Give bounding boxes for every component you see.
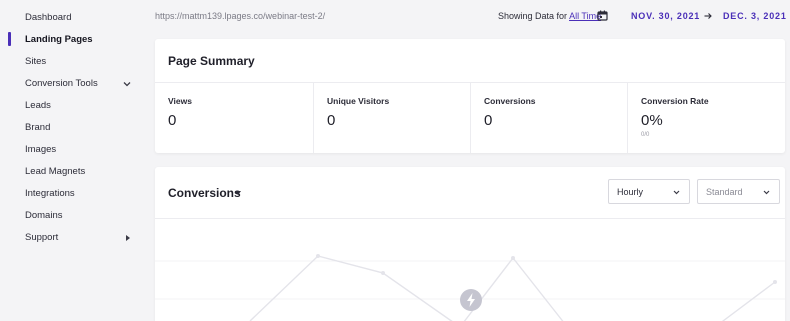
chevron-down-icon bbox=[673, 190, 680, 195]
interval-select-value: Hourly bbox=[617, 187, 644, 197]
page-summary-card: Page Summary Views 0 Unique Visitors 0 C… bbox=[155, 39, 785, 153]
stat-conversion-rate: Conversion Rate 0% 0/0 bbox=[627, 83, 785, 153]
sidebar-item-lead-magnets[interactable]: Lead Magnets bbox=[25, 165, 85, 179]
sidebar-item-images[interactable]: Images bbox=[25, 143, 56, 157]
caret-down-icon[interactable] bbox=[234, 190, 242, 196]
bolt-icon bbox=[460, 289, 482, 311]
placeholder-line bbox=[249, 255, 776, 321]
mode-select-value: Standard bbox=[706, 187, 743, 197]
stat-views: Views 0 bbox=[155, 83, 313, 153]
placeholder-point bbox=[316, 254, 320, 258]
chevron-down-icon bbox=[763, 190, 770, 195]
sidebar: Dashboard Landing Pages Sites Conversion… bbox=[0, 0, 145, 321]
conversions-card: Conversions Hourly Standard bbox=[155, 167, 785, 321]
sidebar-item-brand[interactable]: Brand bbox=[25, 121, 50, 135]
calendar-icon[interactable] bbox=[597, 10, 608, 21]
stat-label: Conversions bbox=[484, 96, 536, 106]
sidebar-item-domains[interactable]: Domains bbox=[25, 209, 63, 223]
sidebar-item-leads[interactable]: Leads bbox=[25, 99, 51, 113]
page-url: https://mattm139.lpages.co/webinar-test-… bbox=[155, 11, 326, 21]
showing-prefix: Showing Data for bbox=[498, 11, 568, 21]
stat-value: 0 bbox=[484, 112, 493, 129]
stat-label: Views bbox=[168, 96, 192, 106]
stat-subtext: 0/0 bbox=[641, 132, 650, 138]
mode-select[interactable]: Standard bbox=[697, 179, 780, 204]
sidebar-item-support[interactable]: Support bbox=[25, 231, 58, 245]
arrow-right-icon bbox=[704, 13, 712, 19]
stat-label: Conversion Rate bbox=[641, 96, 709, 106]
conversions-title[interactable]: Conversions bbox=[168, 186, 241, 200]
sidebar-item-conversion-tools[interactable]: Conversion Tools bbox=[25, 77, 98, 91]
placeholder-point bbox=[773, 280, 777, 284]
stat-conversions: Conversions 0 bbox=[470, 83, 627, 153]
date-start[interactable]: NOV. 30, 2021 bbox=[631, 11, 700, 21]
chevron-down-icon[interactable] bbox=[122, 79, 132, 89]
showing-data-label: Showing Data for All Time bbox=[498, 11, 601, 21]
sidebar-item-integrations[interactable]: Integrations bbox=[25, 187, 75, 201]
date-end[interactable]: DEC. 3, 2021 bbox=[723, 11, 787, 21]
stat-value: 0 bbox=[327, 112, 336, 129]
placeholder-point bbox=[381, 271, 385, 275]
interval-select[interactable]: Hourly bbox=[608, 179, 690, 204]
sidebar-item-dashboard[interactable]: Dashboard bbox=[25, 11, 71, 25]
stat-label: Unique Visitors bbox=[327, 96, 390, 106]
page-summary-title: Page Summary bbox=[168, 54, 255, 68]
sidebar-item-sites[interactable]: Sites bbox=[25, 55, 46, 69]
stat-value: 0% bbox=[641, 112, 663, 129]
active-indicator bbox=[8, 32, 11, 46]
sidebar-item-landing-pages[interactable]: Landing Pages bbox=[25, 33, 93, 47]
placeholder-point bbox=[511, 256, 515, 260]
caret-right-icon[interactable] bbox=[124, 234, 132, 242]
stat-unique-visitors: Unique Visitors 0 bbox=[313, 83, 470, 153]
stat-value: 0 bbox=[168, 112, 177, 129]
